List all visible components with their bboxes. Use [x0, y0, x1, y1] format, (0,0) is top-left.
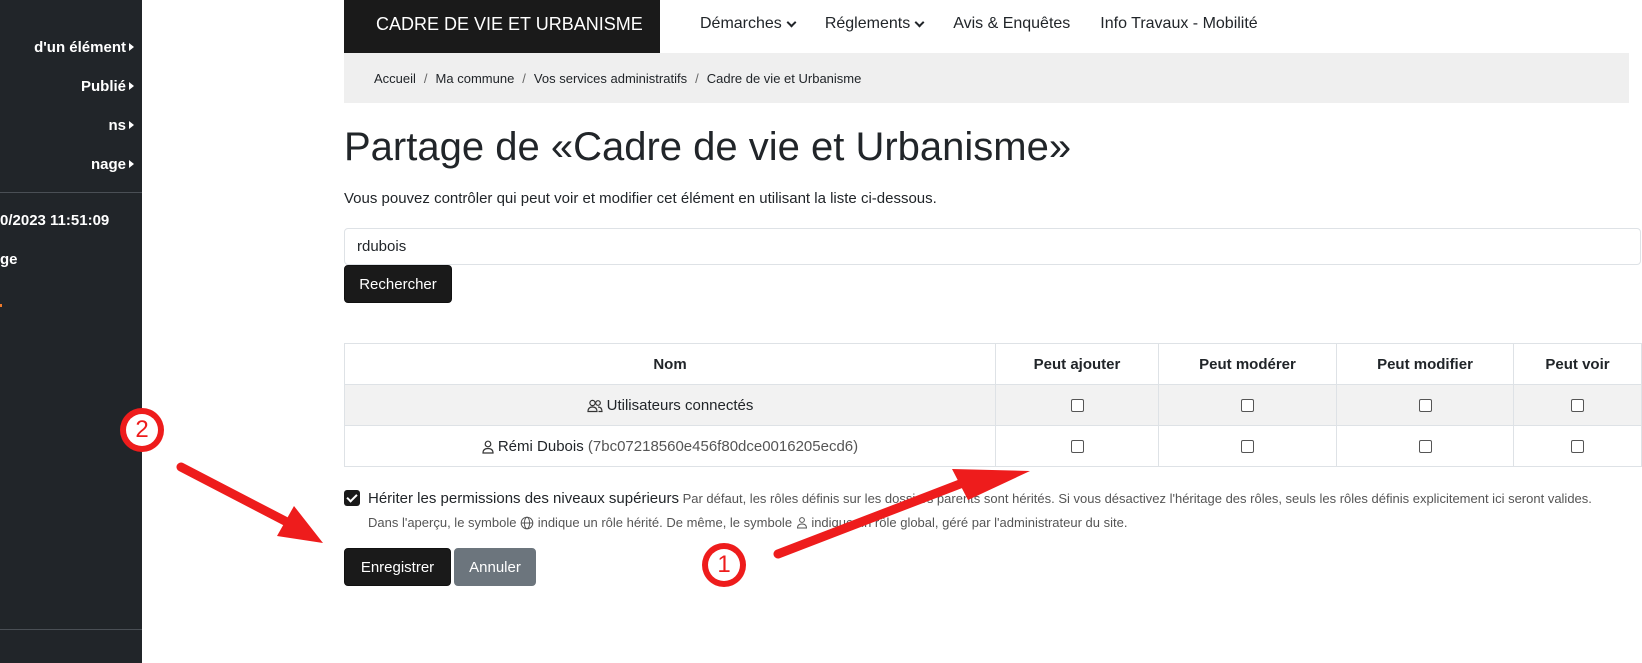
- inherit-permissions: Hériter les permissions des niveaux supé…: [344, 487, 1642, 535]
- user-icon: [796, 517, 807, 529]
- site-brand[interactable]: CADRE DE VIE ET URBANISME: [344, 0, 660, 53]
- legend-text-b: indique un rôle hérité. De même, le symb…: [537, 515, 793, 530]
- permissions-table: Nom Peut ajouter Peut modérer Peut modif…: [344, 343, 1642, 467]
- can-edit-checkbox[interactable]: [1418, 440, 1432, 454]
- checkbox-cell: [1513, 384, 1642, 426]
- sidebar-item-label: d'un élément: [34, 39, 126, 56]
- breadcrumb: Accueil / Ma commune / Vos services admi…: [344, 53, 1629, 103]
- sidebar-item-publie[interactable]: Publié: [0, 72, 142, 102]
- nav-item-label: Avis & Enquêtes: [953, 15, 1071, 32]
- breadcrumb-separator: /: [423, 70, 428, 86]
- can-view-checkbox[interactable]: [1571, 399, 1584, 413]
- globe-icon: [520, 516, 534, 530]
- breadcrumb-item[interactable]: Ma commune: [436, 71, 515, 86]
- caret-right-icon: [129, 82, 134, 90]
- row-name-cell: Utilisateurs connectés: [344, 384, 996, 426]
- table-row: Rémi Dubois (7bc07218560e456f80dce001620…: [344, 425, 1642, 467]
- page-title: Partage de «Cadre de vie et Urbanisme»: [344, 125, 1072, 169]
- sidebar-timestamp: 0/2023 11:51:09: [0, 212, 110, 229]
- annotation-badge-2: 2: [120, 408, 164, 452]
- breadcrumb-item[interactable]: Vos services administratifs: [534, 71, 687, 86]
- caret-right-icon: [129, 121, 134, 129]
- column-header-can-add: Peut ajouter: [995, 343, 1159, 385]
- sidebar-item-affichage[interactable]: nage: [0, 150, 142, 180]
- table-row: Utilisateurs connectés: [344, 384, 1642, 426]
- nav-item-label: Démarches: [700, 15, 782, 32]
- column-header-can-edit: Peut modifier: [1336, 343, 1514, 385]
- sidebar-divider: [0, 629, 142, 630]
- arrowhead-icon: [277, 506, 323, 543]
- chevron-down-icon: [786, 17, 797, 27]
- caret-right-icon: [129, 43, 134, 51]
- annotation-badge-1: 1: [702, 543, 746, 587]
- search-button[interactable]: Rechercher: [344, 265, 452, 303]
- checkbox-cell: [995, 425, 1159, 467]
- breadcrumb-separator: /: [522, 70, 526, 86]
- badge-number: 1: [708, 549, 740, 581]
- table-header-row: Nom Peut ajouter Peut modérer Peut modif…: [344, 343, 1642, 385]
- chevron-down-icon: [914, 17, 925, 27]
- can-edit-checkbox[interactable]: [1418, 399, 1432, 413]
- nav-item-label: Info Travaux - Mobilité: [1100, 15, 1258, 32]
- group-icon: [587, 399, 603, 412]
- nav-item-info-travaux[interactable]: Info Travaux - Mobilité: [1100, 15, 1257, 33]
- sidebar-item-label: nage: [90, 156, 126, 173]
- can-view-checkbox[interactable]: [1571, 440, 1584, 454]
- search-input[interactable]: [344, 228, 1641, 265]
- sidebar-divider: [0, 192, 142, 193]
- cancel-button[interactable]: Annuler: [454, 548, 536, 586]
- can-moderate-checkbox[interactable]: [1241, 399, 1254, 413]
- nav-item-avis-enquetes[interactable]: Avis & Enquêtes: [953, 15, 1070, 33]
- save-button[interactable]: Enregistrer: [344, 548, 451, 586]
- can-add-checkbox[interactable]: [1070, 399, 1084, 413]
- breadcrumb-item[interactable]: Accueil: [374, 71, 416, 86]
- nav-item-reglements[interactable]: Réglements: [824, 15, 925, 33]
- checkbox-cell: [995, 384, 1159, 426]
- breadcrumb-item-current: Cadre de vie et Urbanisme: [706, 70, 862, 86]
- nav-item-demarches[interactable]: Démarches: [700, 15, 797, 33]
- sidebar-marker: [0, 304, 2, 307]
- checkbox-cell: [1513, 425, 1642, 467]
- sidebar: d'un élément Publié ns nage 0/2023 11:51…: [0, 0, 142, 663]
- caret-right-icon: [129, 160, 134, 168]
- checkbox-cell: [1336, 384, 1514, 426]
- top-nav: Démarches Réglements Avis & Enquêtes Inf…: [700, 0, 1258, 48]
- inherit-line-1: Hériter les permissions des niveaux supé…: [344, 487, 1642, 511]
- inherit-checkbox[interactable]: [344, 490, 360, 506]
- intro-text: Vous pouvez contrôler qui peut voir et m…: [344, 190, 937, 207]
- row-name-cell: Rémi Dubois (7bc07218560e456f80dce001620…: [344, 425, 996, 467]
- can-add-checkbox[interactable]: [1070, 440, 1084, 454]
- column-header-name: Nom: [344, 343, 996, 385]
- legend-text-c: indique un rôle global, géré par l'admin…: [811, 515, 1128, 530]
- sidebar-item-label: Publié: [80, 78, 126, 95]
- user-id: (7bc07218560e456f80dce0016205ecd6): [587, 437, 859, 455]
- inherit-line-2: Dans l'aperçu, le symbole indique un rôl…: [344, 511, 1642, 535]
- user-icon: [482, 440, 494, 454]
- inherit-description: Par défaut, les rôles définis sur les do…: [682, 491, 1592, 506]
- checkbox-cell: [1158, 425, 1337, 467]
- badge-number: 2: [126, 414, 158, 446]
- sidebar-item-etat-element[interactable]: d'un élément: [0, 33, 142, 63]
- row-name: Rémi Dubois: [497, 437, 584, 455]
- annotation-arrow-2: [176, 462, 290, 526]
- checkbox-cell: [1158, 384, 1337, 426]
- checkbox-cell: [1336, 425, 1514, 467]
- can-moderate-checkbox[interactable]: [1241, 440, 1254, 454]
- inherit-label[interactable]: Hériter les permissions des niveaux supé…: [368, 490, 679, 507]
- legend-text-a: Dans l'aperçu, le symbole: [368, 515, 517, 530]
- column-header-can-moderate: Peut modérer: [1158, 343, 1337, 385]
- row-name: Utilisateurs connectés: [606, 396, 754, 414]
- sidebar-item-partage[interactable]: ge: [0, 251, 18, 268]
- breadcrumb-separator: /: [695, 70, 699, 86]
- nav-item-label: Réglements: [824, 15, 911, 32]
- sidebar-item-actions[interactable]: ns: [0, 111, 142, 141]
- column-header-can-view: Peut voir: [1513, 343, 1642, 385]
- sidebar-item-label: ns: [108, 117, 126, 134]
